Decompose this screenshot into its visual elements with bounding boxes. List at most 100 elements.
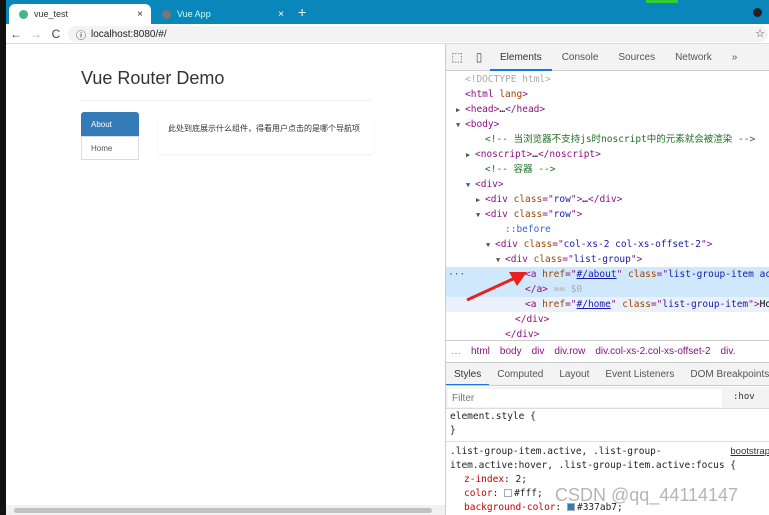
tab-dom-breakpoints[interactable]: DOM Breakpoints — [682, 363, 769, 385]
dom-node-line[interactable]: ▼ <div class="col-xs-2 col-xs-offset-2"> — [446, 237, 769, 252]
dom-node-line[interactable]: ▶ <noscript>…</noscript> — [446, 147, 769, 162]
breadcrumb-item[interactable]: div — [527, 346, 550, 357]
filter-input[interactable] — [448, 389, 722, 407]
token: </div> — [505, 329, 540, 340]
dom-node-line[interactable]: <!-- 容器 --> — [446, 162, 769, 177]
token: <!-- 当浏览器不支持js时noscript中的元素就会被渲染 --> — [485, 134, 756, 145]
token: class — [628, 269, 657, 280]
tab-sources[interactable]: Sources — [608, 44, 665, 71]
token: " — [616, 269, 629, 280]
token: lang — [499, 89, 523, 100]
token: =" — [650, 299, 663, 310]
token: </div> — [588, 194, 623, 205]
token: =" — [565, 299, 577, 310]
token: <!-- 容器 --> — [485, 164, 556, 175]
tab-title: Vue App — [177, 9, 211, 19]
token: =" — [562, 254, 574, 265]
expand-toggle-icon[interactable]: ▶ — [476, 193, 485, 208]
breadcrumb-item[interactable]: body — [495, 346, 527, 357]
expand-toggle-icon[interactable]: ▶ — [456, 103, 465, 118]
url-text: localhost:8080/#/ — [91, 28, 167, 40]
inspect-element-icon[interactable]: ⬚ — [446, 50, 468, 64]
breadcrumb-item[interactable]: div.col-xs-2.col-xs-offset-2 — [590, 346, 715, 357]
indicator — [646, 0, 678, 3]
back-icon[interactable]: ← — [6, 27, 26, 41]
rule-selector: .list-group-item.active, .list-group-boo… — [446, 445, 769, 459]
token: </head> — [505, 104, 546, 115]
expand-toggle-icon[interactable]: ▼ — [486, 238, 495, 253]
dom-node-line[interactable]: <!-- 当浏览器不支持js时noscript中的元素就会被渲染 --> — [446, 132, 769, 147]
token: #/about — [576, 269, 617, 280]
token: =" — [542, 209, 554, 220]
more-tabs-icon[interactable]: » — [722, 44, 748, 71]
dom-node-line[interactable]: ::before — [446, 222, 769, 237]
token: class — [523, 239, 553, 250]
token: </div> — [515, 314, 550, 325]
token: list-group — [573, 254, 631, 265]
element-style-selector: element.style { — [450, 411, 536, 422]
token: "> — [570, 194, 583, 205]
tab-event-listeners[interactable]: Event Listeners — [597, 363, 682, 385]
device-toolbar-icon[interactable]: ▯ — [468, 50, 490, 64]
dom-node-line[interactable]: </div> — [446, 312, 769, 327]
tab-vue-app[interactable]: Vue App × — [152, 4, 292, 24]
tab-elements[interactable]: Elements — [490, 44, 552, 71]
url-input[interactable]: ⓘ localhost:8080/#/ — [68, 26, 768, 42]
profile-icon[interactable] — [753, 8, 762, 17]
expand-toggle-icon[interactable]: ▼ — [456, 118, 465, 133]
rule-source-link[interactable]: bootstrap — [730, 445, 769, 459]
info-icon: ⓘ — [76, 30, 86, 42]
token: =" — [552, 239, 564, 250]
reload-icon[interactable]: C — [46, 27, 66, 41]
token: <body> — [465, 119, 500, 130]
close-tab-icon[interactable]: × — [137, 9, 143, 20]
dom-node-line[interactable]: ▶ <div class="row">…</div> — [446, 192, 769, 207]
dom-node-line[interactable]: ▶ <head>…</head> — [446, 102, 769, 117]
color-swatch-icon[interactable] — [504, 489, 513, 497]
dom-node-line[interactable]: ▼ <body> — [446, 117, 769, 132]
expand-toggle-icon[interactable]: ▼ — [476, 208, 485, 223]
token: #/home — [576, 299, 611, 310]
nav-item-about[interactable]: About — [81, 112, 139, 136]
hov-toggle[interactable]: :hov — [733, 392, 755, 402]
nav-item-home[interactable]: Home — [81, 136, 139, 160]
breadcrumb-item[interactable]: div.row — [549, 346, 590, 357]
dom-node-line[interactable]: ▼ <div class="row"> — [446, 207, 769, 222]
tab-console[interactable]: Console — [552, 44, 609, 71]
dom-node-line[interactable]: <!DOCTYPE html> — [446, 72, 769, 87]
breadcrumb: … html body div div.row div.col-xs-2.col-xs-o… — [446, 340, 769, 363]
bookmark-star-icon[interactable]: ☆ — [755, 27, 765, 40]
token: class — [513, 209, 543, 220]
tab-vue-test[interactable]: vue_test × — [9, 4, 151, 24]
expand-toggle-icon[interactable]: ▶ — [466, 148, 475, 163]
expand-toggle-icon[interactable]: ▼ — [496, 253, 505, 268]
red-arrow-annotation — [466, 272, 527, 302]
breadcrumb-item[interactable]: html — [466, 346, 495, 357]
dom-node-line[interactable]: ▼ <div class="list-group"> — [446, 252, 769, 267]
tab-bar: vue_test × Vue App × + — [0, 0, 769, 515]
close-tab-icon[interactable]: × — [278, 9, 284, 20]
token: <!DOCTYPE html> — [465, 74, 551, 85]
token: col-xs-2 col-xs-offset-2 — [563, 239, 701, 250]
breadcrumb-item[interactable]: div. — [716, 346, 741, 357]
tab-styles[interactable]: Styles — [446, 363, 490, 385]
globe-favicon-icon — [162, 9, 171, 19]
token: =" — [656, 269, 669, 280]
forward-icon[interactable]: → — [26, 27, 46, 41]
tab-computed[interactable]: Computed — [489, 363, 551, 385]
expand-toggle-icon[interactable]: ▼ — [466, 178, 475, 193]
nav-list-group: About Home — [81, 112, 139, 160]
dom-node-line[interactable]: <html lang> — [446, 87, 769, 102]
token: href — [542, 269, 566, 280]
tab-layout[interactable]: Layout — [551, 363, 597, 385]
token: "> — [570, 209, 583, 220]
token: " — [610, 299, 623, 310]
breadcrumb-item[interactable]: … — [446, 346, 466, 357]
new-tab-button[interactable]: + — [298, 4, 306, 20]
horizontal-scrollbar[interactable] — [6, 505, 445, 515]
token: <div — [505, 254, 534, 265]
tab-network[interactable]: Network — [665, 44, 722, 71]
dom-node-line[interactable]: ▼ <div> — [446, 177, 769, 192]
dom-node-line[interactable]: </div> — [446, 327, 769, 340]
token: row — [553, 209, 571, 220]
